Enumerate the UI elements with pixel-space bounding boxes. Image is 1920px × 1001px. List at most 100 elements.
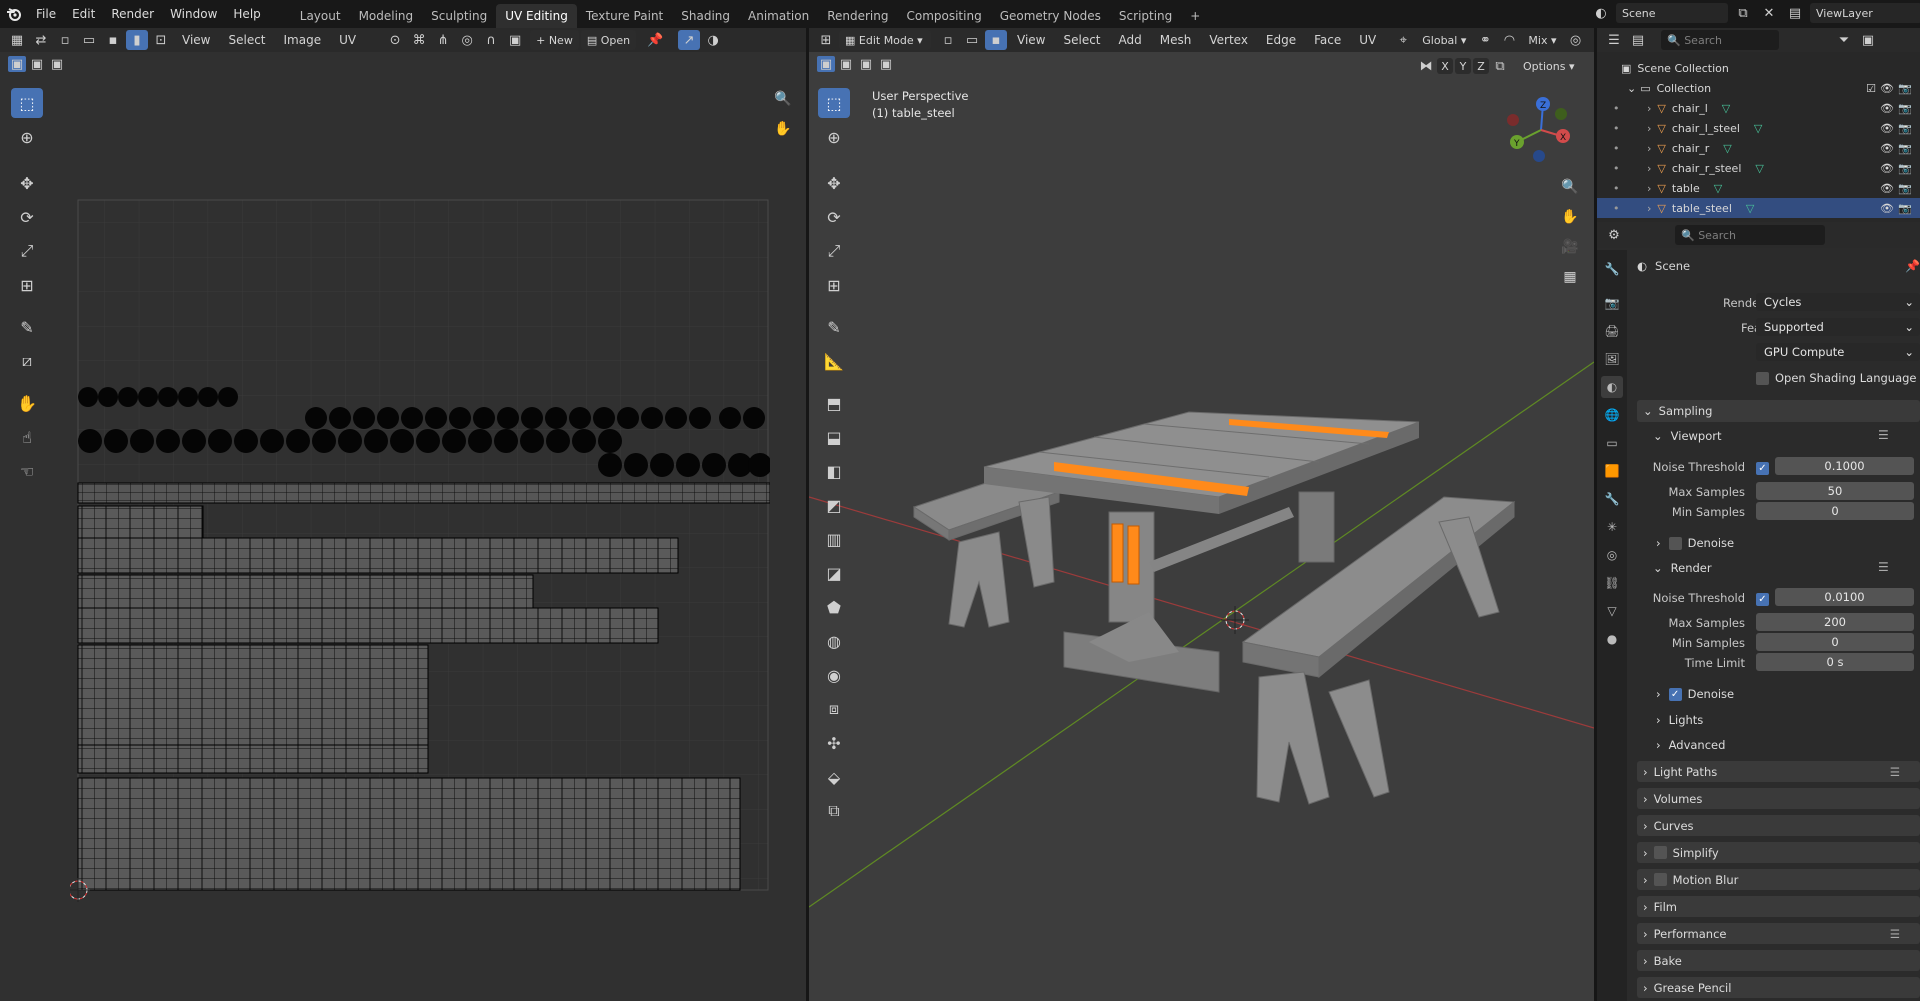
- uv-pan-icon[interactable]: ✋: [770, 116, 796, 142]
- new-scene-icon[interactable]: ⧉: [1732, 3, 1754, 23]
- new-image-button[interactable]: + New: [530, 30, 579, 50]
- panel-enable-checkbox[interactable]: [1653, 846, 1667, 859]
- uv-select-mode-face-icon[interactable]: ▪: [102, 30, 124, 50]
- object-visibility-icon[interactable]: 👁: [1880, 202, 1894, 215]
- blender-logo-icon[interactable]: [0, 4, 28, 24]
- object-visibility-icon[interactable]: 👁: [1880, 142, 1894, 155]
- uv-select-mode-vertex-icon[interactable]: ▫: [54, 30, 76, 50]
- filter-icon[interactable]: ⏷: [1833, 30, 1855, 50]
- mesh-data-icon[interactable]: ▽: [1722, 102, 1730, 115]
- collection-render-icon[interactable]: 📷: [1898, 82, 1912, 95]
- vp-move-icon[interactable]: ✥: [818, 168, 850, 198]
- proportional-snap-icon[interactable]: ⌘: [408, 30, 430, 50]
- vp-poly-build-icon[interactable]: ⬟: [818, 592, 850, 622]
- scene-collection-row[interactable]: ▣ Scene Collection: [1597, 58, 1920, 78]
- uv-menu-image[interactable]: Image: [276, 28, 330, 52]
- vp-annotate-icon[interactable]: ✎: [818, 312, 850, 342]
- scene-tab-icon[interactable]: ◐: [1601, 376, 1623, 398]
- output-tab-icon[interactable]: 🖨: [1601, 320, 1623, 342]
- object-visibility-icon[interactable]: 👁: [1880, 182, 1894, 195]
- object-expand-icon[interactable]: ›: [1647, 162, 1651, 175]
- panel-motion-blur[interactable]: › Motion Blur: [1637, 869, 1920, 890]
- panel-light-paths[interactable]: › Light Paths ☰: [1637, 761, 1920, 782]
- snap-toggle-icon[interactable]: ◠: [1498, 30, 1520, 50]
- panel-film[interactable]: › Film: [1637, 896, 1920, 917]
- viewport-subpanel-header[interactable]: ⌄ Viewport: [1653, 427, 1722, 445]
- mesh-data-icon[interactable]: ▽: [1714, 182, 1722, 195]
- object-render-icon[interactable]: 📷: [1898, 102, 1912, 115]
- panel-presets-icon[interactable]: ☰: [1890, 927, 1900, 941]
- tab-rendering[interactable]: Rendering: [818, 4, 897, 28]
- pivot-point-icon[interactable]: ⚭: [1474, 30, 1496, 50]
- proportional-edit-icon[interactable]: ◎: [456, 30, 478, 50]
- vp-menu-uv[interactable]: UV: [1351, 28, 1384, 52]
- 3d-viewport[interactable]: ⊞ ▦ Edit Mode ▾ ▫ ▭ ▪ View Select Add Me…: [809, 28, 1594, 1001]
- tab-shading[interactable]: Shading: [672, 4, 739, 28]
- vp-menu-view[interactable]: View: [1009, 28, 1053, 52]
- tab-modeling[interactable]: Modeling: [350, 4, 423, 28]
- tab-compositing[interactable]: Compositing: [897, 4, 990, 28]
- vp-zoom-icon[interactable]: 🔍: [1557, 174, 1583, 200]
- r-min-samples-field[interactable]: 0: [1756, 633, 1914, 651]
- menu-file[interactable]: File: [28, 0, 64, 28]
- vp-rotate-icon[interactable]: ⟳: [818, 202, 850, 232]
- object-expand-icon[interactable]: ›: [1647, 102, 1651, 115]
- mesh-data-icon[interactable]: ▽: [1746, 202, 1754, 215]
- object-render-icon[interactable]: 📷: [1898, 122, 1912, 135]
- orientation-selector[interactable]: Global ▾: [1416, 30, 1472, 50]
- annotate-tool-icon[interactable]: ✎: [11, 312, 43, 342]
- modifier-tab-icon[interactable]: 🔧: [1601, 488, 1623, 510]
- vp-noise-threshold-field[interactable]: 0.1000: [1775, 457, 1914, 475]
- panel-curves[interactable]: › Curves: [1637, 815, 1920, 836]
- constraints-tab-icon[interactable]: ⛓: [1601, 572, 1623, 594]
- select-box-tool-icon[interactable]: ⬚: [11, 88, 43, 118]
- navigation-gizmo[interactable]: Z Y X: [1501, 90, 1581, 170]
- outliner-editor-icon[interactable]: ☰: [1603, 30, 1625, 50]
- grab-tool-icon[interactable]: ✋: [11, 388, 43, 418]
- menu-help[interactable]: Help: [225, 0, 268, 28]
- menu-render[interactable]: Render: [103, 0, 162, 28]
- rotate-tool-icon[interactable]: ⟳: [11, 202, 43, 232]
- vp-denoise-checkbox[interactable]: [1668, 536, 1682, 550]
- sampling-panel-header[interactable]: ⌄ Sampling: [1637, 400, 1920, 422]
- object-visibility-icon[interactable]: 👁: [1880, 102, 1894, 115]
- pin-icon[interactable]: 📌: [644, 30, 666, 50]
- uv-sync-icon[interactable]: ⇄: [30, 30, 52, 50]
- cursor-tool-icon[interactable]: ⊕: [11, 122, 43, 152]
- viewport-scene[interactable]: [809, 52, 1594, 1001]
- properties-editor-icon[interactable]: ⚙: [1603, 225, 1625, 245]
- vp-menu-add[interactable]: Add: [1111, 28, 1150, 52]
- vp-select-box-icon[interactable]: ⬚: [818, 88, 850, 118]
- mode-selector[interactable]: ▦ Edit Mode ▾: [839, 30, 931, 50]
- viewport-presets-icon[interactable]: ☰: [1878, 428, 1889, 442]
- tab-uv-editing[interactable]: UV Editing: [496, 4, 577, 28]
- pinch-tool-icon[interactable]: ☜: [11, 456, 43, 486]
- outliner-item-chair-l[interactable]: › ▽ chair_l ▽ 👁 📷 •: [1597, 98, 1920, 118]
- relax-tool-icon[interactable]: ☝: [11, 422, 43, 452]
- scene-selector[interactable]: Scene: [1616, 3, 1728, 23]
- shading-mix-selector[interactable]: Mix ▾: [1522, 30, 1562, 50]
- object-render-icon[interactable]: 📷: [1898, 142, 1912, 155]
- feature-set-dropdown[interactable]: Supported ⌄: [1756, 318, 1920, 336]
- r-noise-threshold-field[interactable]: 0.0100: [1775, 588, 1914, 606]
- vp-menu-select[interactable]: Select: [1055, 28, 1108, 52]
- mesh-data-icon[interactable]: ▽: [1755, 162, 1763, 175]
- object-visibility-icon[interactable]: 👁: [1880, 122, 1894, 135]
- viewlayer-icon[interactable]: ▤: [1784, 3, 1806, 23]
- vp-bevel-icon[interactable]: ◩: [818, 490, 850, 520]
- edge-select-icon[interactable]: ▭: [961, 30, 983, 50]
- vp-menu-face[interactable]: Face: [1306, 28, 1349, 52]
- select-extend-icon[interactable]: ▣: [28, 56, 46, 72]
- delete-scene-icon[interactable]: ✕: [1758, 3, 1780, 23]
- vp-min-samples-field[interactable]: 0: [1756, 502, 1914, 520]
- editor-type-icon[interactable]: ▦: [6, 30, 28, 50]
- vp-ortho-grid-icon[interactable]: ▦: [1557, 264, 1583, 290]
- rip-tool-icon[interactable]: ⧄: [11, 346, 43, 376]
- object-render-icon[interactable]: 📷: [1898, 162, 1912, 175]
- vp-menu-edge[interactable]: Edge: [1258, 28, 1304, 52]
- vp-edge-slide-icon[interactable]: ⧈: [818, 694, 850, 724]
- tab-texture-paint[interactable]: Texture Paint: [577, 4, 672, 28]
- properties-search[interactable]: 🔍 Search: [1675, 225, 1825, 245]
- falloff-icon[interactable]: ∩: [480, 30, 502, 50]
- r-denoise-subpanel[interactable]: › ✓ Denoise: [1656, 685, 1734, 703]
